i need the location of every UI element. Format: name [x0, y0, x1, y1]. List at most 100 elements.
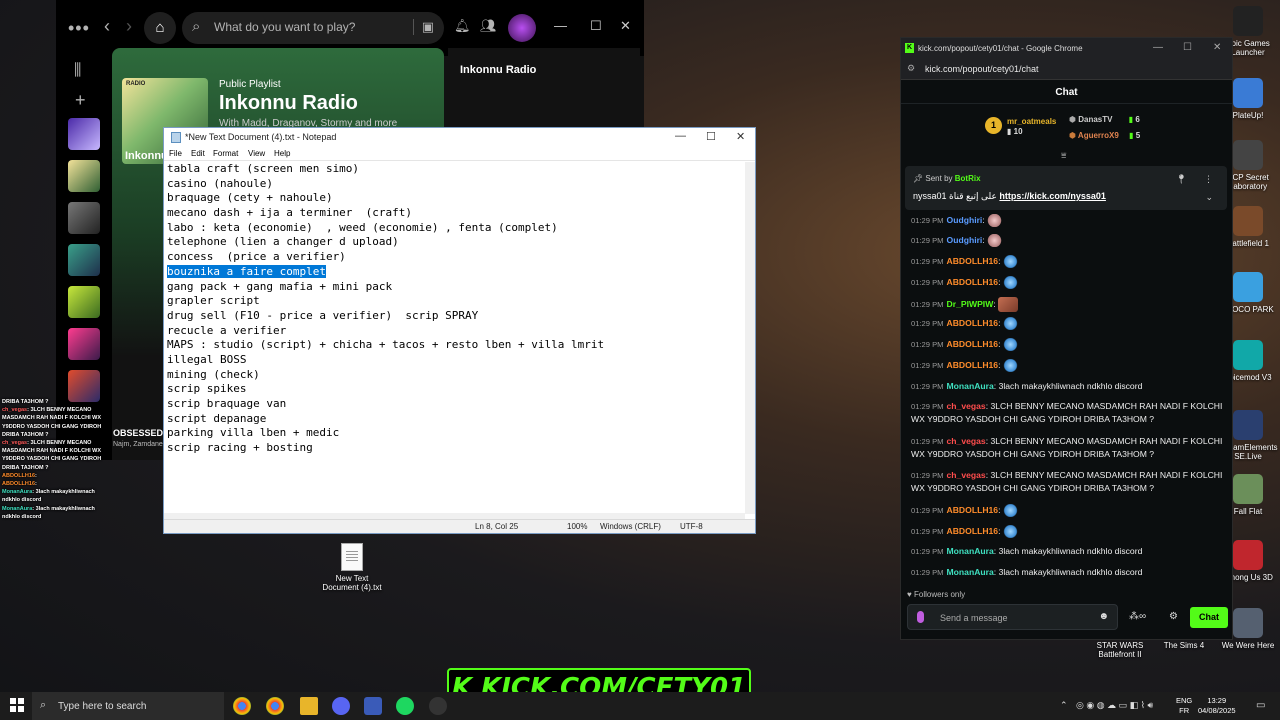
desktop-app-label: The Sims 4 — [1163, 641, 1205, 650]
message-username[interactable]: MonanAura — [947, 567, 994, 577]
close-icon[interactable]: ✕ — [736, 130, 745, 143]
sidebar-item-playlist[interactable] — [68, 328, 100, 360]
message-username[interactable]: MonanAura — [947, 546, 994, 556]
language-indicator[interactable]: ENG FR — [1176, 696, 1192, 716]
forward-arrow-icon[interactable]: › — [126, 16, 132, 37]
notepad-titlebar[interactable]: *New Text Document (4).txt - Notepad — ☐… — [164, 128, 755, 147]
avatar[interactable] — [508, 14, 536, 42]
chat-message[interactable]: 01:29 PM ABDOLLH16: — [911, 276, 1226, 290]
mic-icon[interactable] — [917, 611, 924, 623]
pin-icon[interactable]: 📍︎ — [1176, 174, 1187, 185]
message-username[interactable]: ABDOLLH16 — [947, 505, 999, 515]
minimize-icon[interactable]: — — [554, 18, 567, 33]
pinned-link[interactable]: https://kick.com/nyssa01 — [999, 191, 1106, 201]
emoji-icon[interactable]: ☻ — [1098, 611, 1109, 622]
chat-send-button[interactable]: Chat — [1190, 607, 1228, 628]
text-file-icon[interactable]: New Text Document (4).txt — [318, 543, 386, 592]
chat-message[interactable]: 01:29 PM ch_vegas: 3LCH BENNY MECANO MASD… — [911, 435, 1226, 460]
search-placeholder: What do you want to play? — [214, 20, 356, 34]
line-text: labo : keta (economie) , weed (economie)… — [167, 220, 558, 234]
chat-message[interactable]: 01:29 PM Dr_PIWPIW: — [911, 297, 1226, 312]
plus-icon[interactable]: + — [75, 90, 86, 111]
chat-message[interactable]: 01:29 PM ABDOLLH16: — [911, 317, 1226, 331]
message-username[interactable]: ch_vegas — [947, 436, 986, 446]
maximize-icon[interactable]: ☐ — [590, 18, 602, 34]
back-arrow-icon[interactable]: ‹ — [104, 16, 110, 37]
chat-message[interactable]: 01:29 PM ABDOLLH16: — [911, 504, 1226, 518]
chrome-taskbar-icon[interactable] — [233, 697, 251, 715]
chrome-titlebar[interactable]: K kick.com/popout/cety01/chat - Google C… — [901, 38, 1232, 58]
message-username[interactable]: ch_vegas — [947, 401, 986, 411]
sidebar-item-playlist[interactable] — [68, 244, 100, 276]
message-username[interactable]: MonanAura — [947, 381, 994, 391]
message-username[interactable]: ABDOLLH16 — [947, 318, 999, 328]
chat-message[interactable]: 01:29 PM ABDOLLH16: — [911, 338, 1226, 352]
library-icon[interactable]: ⫼ — [74, 62, 81, 80]
home-button[interactable]: ⌂ — [144, 12, 176, 44]
message-username[interactable]: ABDOLLH16 — [947, 339, 999, 349]
chevron-up-icon[interactable]: ⌃ — [1060, 700, 1068, 711]
sidebar-item-inkonnu[interactable] — [68, 160, 100, 192]
message-username[interactable]: ch_vegas — [947, 470, 986, 480]
minimize-icon[interactable]: — — [675, 130, 686, 142]
message-username[interactable]: Dr_PIWPIW — [947, 299, 994, 309]
system-clock[interactable]: 13:29 04/08/2025 — [1198, 696, 1236, 716]
message-username[interactable]: ABDOLLH16 — [947, 360, 999, 370]
vertical-scrollbar[interactable] — [745, 162, 755, 514]
friends-icon[interactable]: 👥︎ — [480, 18, 497, 34]
filter-icon[interactable]: ⩸ — [1061, 150, 1066, 161]
browse-icon[interactable]: ▣ — [412, 19, 434, 35]
discord-icon[interactable] — [332, 697, 350, 715]
liked-songs-thumb[interactable] — [68, 118, 100, 150]
chat-message[interactable]: 01:29 PM ABDOLLH16: — [911, 525, 1226, 539]
chat-message[interactable]: 01:29 PM ch_vegas: 3LCH BENNY MECANO MASD… — [911, 469, 1226, 494]
windows-start-icon[interactable] — [10, 698, 24, 712]
menu-format[interactable]: Format — [213, 149, 238, 158]
message-timestamp: 01:29 PM — [911, 527, 944, 536]
more-icon[interactable]: ⋮ — [1204, 174, 1213, 185]
close-icon[interactable]: ✕ — [1213, 42, 1221, 53]
chat-message[interactable]: 01:29 PM MonanAura: 3lach makaykhliwnach … — [911, 566, 1226, 579]
maximize-icon[interactable]: ☐ — [706, 130, 716, 143]
message-username[interactable]: ABDOLLH16 — [947, 277, 999, 287]
menu-file[interactable]: File — [169, 149, 182, 158]
minimize-icon[interactable]: — — [1153, 42, 1163, 53]
points-icon[interactable]: ⁂∞ — [1129, 611, 1146, 622]
menu-view[interactable]: View — [248, 149, 265, 158]
obs-icon[interactable] — [429, 697, 447, 715]
message-username[interactable]: Oudghiri — [947, 235, 983, 245]
taskbar-search-input[interactable]: ⌕ Type here to search — [32, 692, 224, 720]
chrome-taskbar-icon[interactable] — [266, 697, 284, 715]
app-icon[interactable] — [364, 697, 382, 715]
site-info-icon[interactable]: ⚙︎ — [907, 63, 915, 74]
menu-dots-icon[interactable]: ••• — [68, 18, 90, 39]
message-username[interactable]: ABDOLLH16 — [947, 526, 999, 536]
gear-icon[interactable]: ⚙ — [1169, 611, 1178, 622]
maximize-icon[interactable]: ☐ — [1183, 42, 1192, 53]
chat-message[interactable]: 01:29 PM ch_vegas: 3LCH BENNY MECANO MASD… — [911, 400, 1226, 425]
chat-message[interactable]: 01:29 PM ABDOLLH16: — [911, 359, 1226, 373]
close-icon[interactable]: ✕ — [620, 18, 631, 34]
menu-help[interactable]: Help — [274, 149, 290, 158]
tray-icons[interactable]: ◎ ◉ ◍ ☁ ▭ ◧ ⌇ 🔊︎ — [1076, 700, 1153, 711]
address-bar[interactable]: ⚙︎ kick.com/popout/cety01/chat — [901, 58, 1232, 80]
chevron-down-icon[interactable]: ⌄ — [1205, 192, 1213, 203]
chat-message[interactable]: 01:29 PM ABDOLLH16: — [911, 255, 1226, 269]
sidebar-item-dancing[interactable] — [68, 286, 100, 318]
menu-edit[interactable]: Edit — [191, 149, 205, 158]
chat-message[interactable]: 01:29 PM Oudghiri: — [911, 214, 1226, 228]
send-message-input[interactable]: Send a message ☻ — [907, 604, 1118, 630]
chat-message[interactable]: 01:29 PM Oudghiri: — [911, 234, 1226, 248]
bell-icon[interactable]: 🔔︎ — [454, 18, 471, 34]
message-username[interactable]: Oudghiri — [947, 215, 983, 225]
spotify-icon[interactable] — [396, 697, 414, 715]
text-line: bouznika a faire complet — [167, 264, 744, 280]
notification-icon[interactable]: ▭ — [1256, 700, 1265, 711]
spotify-search-input[interactable]: ⌕ What do you want to play? ▣ — [182, 12, 444, 44]
sidebar-item-playlist[interactable] — [68, 202, 100, 234]
file-explorer-icon[interactable] — [300, 697, 318, 715]
chat-message[interactable]: 01:29 PM MonanAura: 3lach makaykhliwnach … — [911, 545, 1226, 558]
notepad-text-area[interactable]: tabla craft (screen men simo) casino (nah… — [167, 162, 744, 514]
chat-message[interactable]: 01:29 PM MonanAura: 3lach makaykhliwnach … — [911, 380, 1226, 393]
message-username[interactable]: ABDOLLH16 — [947, 256, 999, 266]
